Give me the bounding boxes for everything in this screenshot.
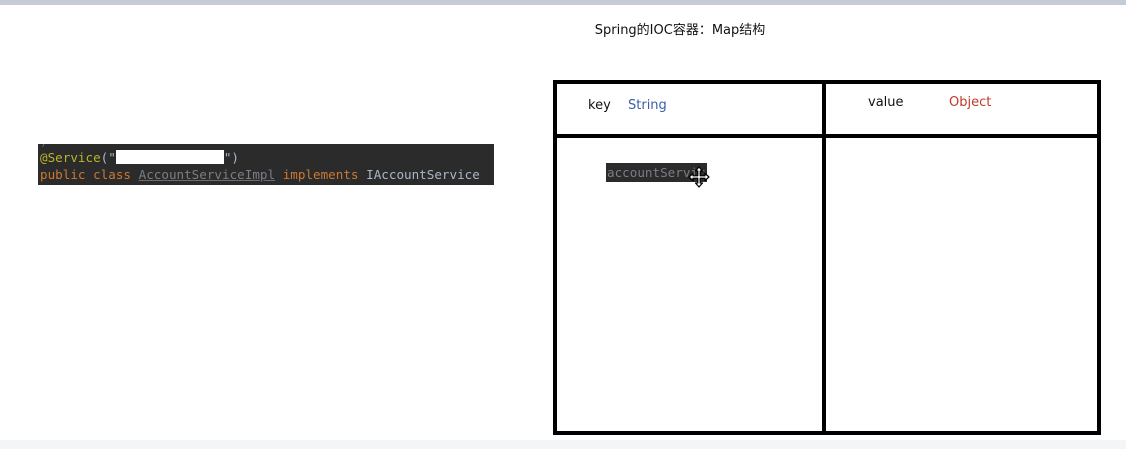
keyword-class: class: [93, 167, 132, 182]
class-name: AccountServiceImpl: [138, 167, 276, 182]
paren-close: "): [223, 150, 240, 165]
redacted-bean-name: [115, 150, 224, 164]
interface-name: IAccountService: [366, 167, 480, 182]
column-divider: [822, 84, 826, 431]
paren-open: (": [100, 150, 116, 165]
service-annotation: @Service: [40, 150, 101, 165]
key-header-label: key: [588, 98, 611, 113]
header-divider: [557, 134, 1097, 138]
key-header-type: String: [628, 98, 667, 113]
code-line-annotation: @Service(" "): [40, 150, 239, 166]
keyword-implements: implements: [282, 167, 359, 182]
code-snippet: ) @Service(" ") public class AccountServi…: [38, 144, 494, 185]
value-header-label: value: [868, 95, 904, 110]
keyword-public: public: [40, 167, 86, 182]
code-line-class-declaration: public class AccountServiceImpl implemen…: [40, 167, 480, 183]
code-line-partial: ): [40, 144, 48, 149]
bottom-strip: [0, 440, 1126, 449]
slide-title: Spring的IOC容器：Map结构: [594, 23, 766, 38]
move-cursor-icon: [688, 166, 710, 188]
map-table: key String value Object accountServic: [553, 80, 1101, 435]
top-strip: [0, 0, 1126, 5]
value-header-type: Object: [949, 95, 992, 110]
